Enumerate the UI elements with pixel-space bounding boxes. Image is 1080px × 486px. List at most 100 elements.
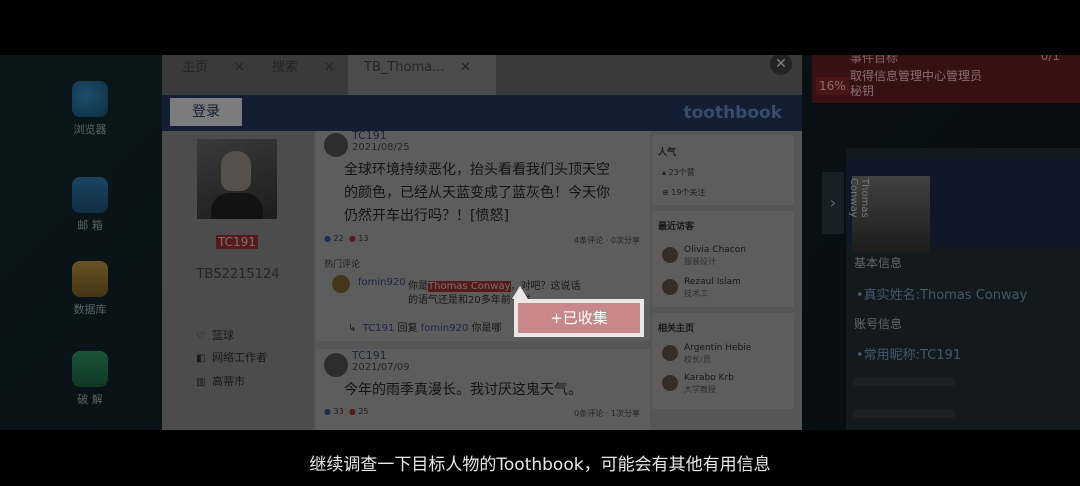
like-count: 33: [333, 407, 344, 416]
details-placeholder-line: [854, 410, 954, 418]
post-avatar: [324, 353, 348, 377]
thumb-icon: ▴: [662, 168, 667, 177]
hot-comments-label: 热门评论: [324, 260, 361, 270]
desktop-icon-database[interactable]: 数据库: [50, 261, 130, 317]
profile-info-job: ◧ 网络工作者: [196, 349, 267, 365]
building-icon: ▥: [196, 377, 206, 388]
dislike-icon[interactable]: ●: [349, 407, 356, 416]
profile-id: TB52215124: [196, 267, 280, 282]
task-count: 0/1: [1040, 55, 1060, 63]
post-date: 2021/07/09: [352, 362, 410, 373]
profile-info-hobby: ♡ 篮球: [196, 327, 234, 343]
task-title: 事件目标: [850, 55, 899, 65]
desktop-icon-label: 邮 箱: [77, 219, 103, 232]
likes-stat: ▴ 23个赞: [662, 167, 695, 178]
profile-info-city: ▥ 高蒂市: [196, 373, 245, 389]
follows-stat: ⊕ 19个关注: [662, 187, 705, 198]
window-close-button[interactable]: ✕: [770, 55, 792, 75]
collected-label: +已收集: [518, 303, 640, 333]
share-count[interactable]: 1次分享: [611, 409, 640, 418]
reply-username[interactable]: TC191: [363, 323, 395, 334]
collected-toast: +已收集: [514, 299, 644, 337]
profile-card: TC191 TB52215124 ♡ 篮球 ◧ 网络工作者 ▥ 高蒂市: [162, 131, 314, 430]
reply-row: ↳ TC191 回复 fomin920 你是哪: [348, 319, 502, 334]
profile-name[interactable]: TC191: [216, 235, 258, 249]
like-count: 22: [333, 234, 344, 243]
likes-text: 23个赞: [668, 168, 695, 177]
close-icon[interactable]: ✕: [324, 55, 335, 81]
visitor-name: Rezaul Islam: [684, 277, 741, 287]
comment-count[interactable]: 4条评论: [574, 236, 603, 245]
visitors-title: 最近访客: [658, 222, 695, 232]
desktop-icon-label: 破 解: [77, 393, 103, 406]
visitors-box: 最近访客 Olivia Chacon 服装设计 Rezaul Islam 技术工: [652, 211, 794, 307]
like-icon[interactable]: ●: [324, 234, 331, 243]
visitor-avatar: [662, 247, 678, 263]
dislike-icon[interactable]: ●: [349, 234, 356, 243]
task-description-line: 秘钥: [850, 84, 875, 98]
profile-info-text: 篮球: [212, 329, 234, 342]
visitor-name: Olivia Chacon: [684, 245, 746, 255]
related-item[interactable]: Karabo Krb 大学教授: [662, 373, 792, 397]
avatar-body: [211, 193, 263, 219]
related-avatar: [662, 345, 678, 361]
post-text-line: 全球环境持续恶化，抬头看看我们头顶天空: [344, 162, 610, 178]
visitor-role: 服装设计: [684, 257, 716, 266]
related-box: 相关主页 Argentin Hebie 校长/员 Karabo Krb 大学教授: [652, 313, 794, 409]
related-name: Argentin Hebie: [684, 343, 752, 353]
close-icon[interactable]: ✕: [234, 55, 245, 81]
post-date: 2021/08/25: [352, 142, 410, 153]
profile-info-text: 网络工作者: [212, 351, 267, 364]
visitor-avatar: [662, 279, 678, 295]
profile-info-text: 高蒂市: [212, 375, 245, 388]
details-header: Thomas Conway: [846, 158, 1080, 254]
desktop-icon-browser[interactable]: 浏览器: [50, 81, 130, 137]
related-title: 相关主页: [658, 324, 695, 334]
related-item[interactable]: Argentin Hebie 校长/员: [662, 343, 792, 367]
chevron-right-icon: ›: [829, 193, 837, 212]
details-vertical-name: Thomas Conway: [848, 178, 870, 218]
follows-text: 19个关注: [671, 188, 706, 197]
comment-count[interactable]: 0条评论: [574, 409, 603, 418]
task-description: 取得信息管理中心管理员 秘钥: [850, 69, 982, 99]
visitor-item[interactable]: Olivia Chacon 服装设计: [662, 245, 792, 269]
desktop-icon-mail[interactable]: 邮 箱: [50, 177, 130, 233]
profile-sidebar: 人气 ▴ 23个赞 ⊕ 19个关注 最近访客 Olivia Chacon 服装设…: [652, 131, 800, 430]
comment-username[interactable]: fomin920: [358, 277, 406, 288]
post-avatar: [324, 133, 348, 157]
tab-profile[interactable]: TB_Thoma... ✕: [348, 55, 496, 95]
game-scene: 浏览器 邮 箱 数据库 破 解 事件目标 0/1 16% 取得信息管理中心管理员…: [0, 55, 1080, 430]
post-text-line: 仍然开车出行吗？！[愤怒]: [344, 208, 509, 224]
post-username[interactable]: TC191: [352, 349, 387, 362]
avatar-face: [221, 151, 251, 191]
tab-label: TB_Thoma...: [364, 60, 445, 75]
reply-arrow-icon: ↳: [348, 323, 357, 334]
share-count[interactable]: 0次分享: [611, 236, 640, 245]
reply-target[interactable]: fomin920: [421, 323, 469, 334]
details-panel: Thomas Conway 基本信息 •真实姓名:Thomas Conway 账…: [846, 148, 1080, 430]
panel-toggle-button[interactable]: ›: [822, 172, 844, 234]
post-stats: 4条评论 · 0次分享: [574, 236, 640, 245]
comment-avatar: [332, 275, 350, 293]
dialogue-subtitle[interactable]: 继续调查一下目标人物的Toothbook，可能会有其他有用信息: [0, 450, 1080, 475]
desktop-icon-label: 数据库: [73, 303, 107, 316]
avatar: [197, 139, 277, 219]
desktop-icon-crack[interactable]: 破 解: [50, 351, 130, 407]
post-body: 今年的雨季真漫长。我讨厌这鬼天气。: [344, 379, 644, 402]
post-body: 全球环境持续恶化，抬头看看我们头顶天空 的颜色，已经从天蓝变成了蓝灰色！今天你 …: [344, 159, 644, 228]
tab-bar: 主页 ✕ 搜索 ✕ TB_Thoma... ✕ ✕: [162, 55, 802, 95]
like-icon[interactable]: ●: [324, 407, 331, 416]
shield-icon: [72, 351, 108, 387]
tab-search[interactable]: 搜索 ✕: [258, 55, 358, 95]
login-button[interactable]: 登录: [170, 98, 242, 126]
details-placeholder-line: [854, 378, 954, 386]
close-icon[interactable]: ✕: [460, 55, 471, 81]
comment-text: 你是Thomas Conway，对吧？这说话: [408, 277, 581, 292]
post-username[interactable]: TC191: [352, 131, 387, 142]
browser-window: 主页 ✕ 搜索 ✕ TB_Thoma... ✕ ✕ 登录 toothbook T…: [162, 55, 802, 430]
tab-home[interactable]: 主页 ✕: [168, 55, 268, 95]
task-description-line: 取得信息管理中心管理员: [850, 69, 983, 83]
post-text-line: 今年的雨季真漫长。我讨厌这鬼天气。: [344, 382, 582, 398]
visitor-item[interactable]: Rezaul Islam 技术工: [662, 277, 792, 301]
related-role: 校长/员: [684, 355, 711, 364]
